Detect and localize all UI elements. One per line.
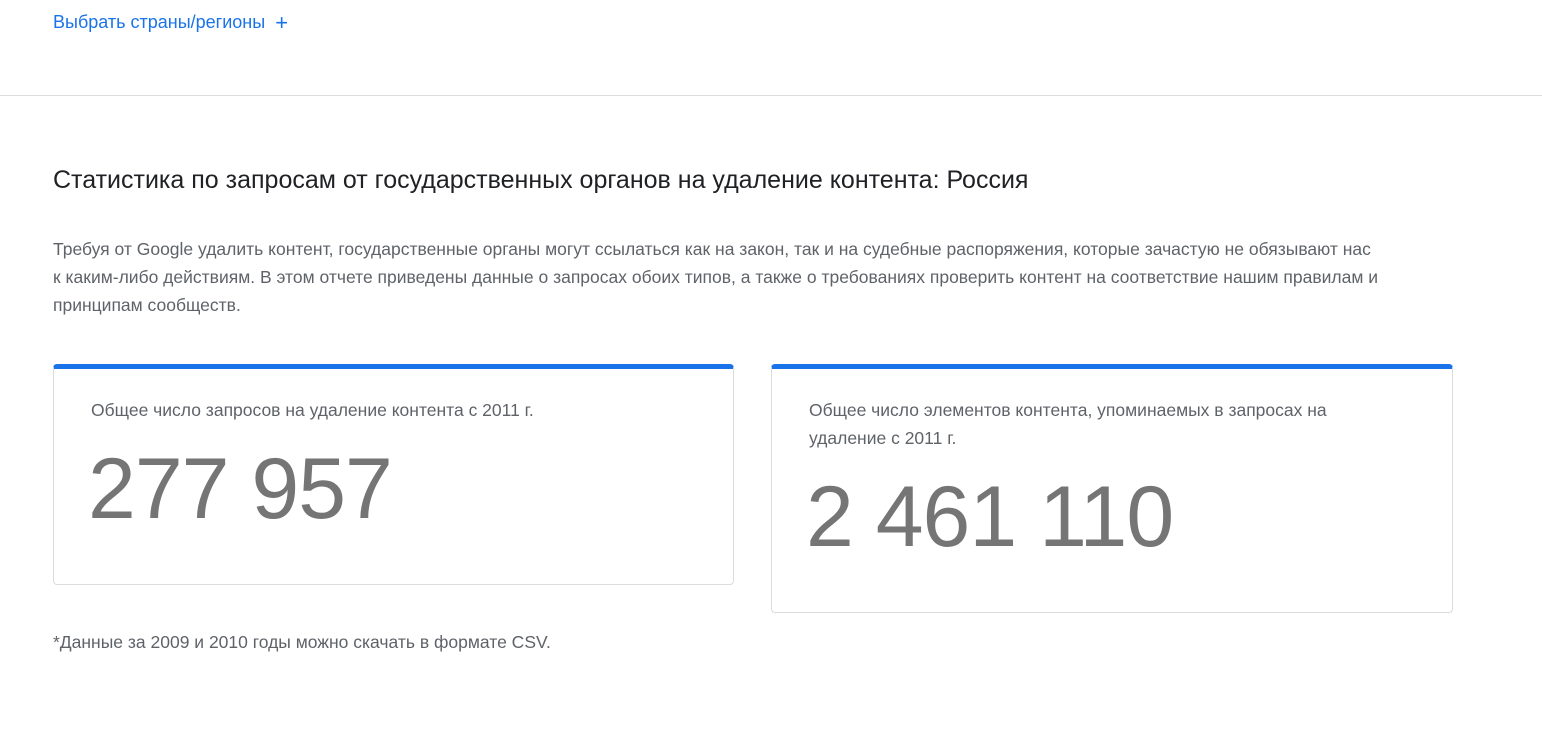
stat-card-value: 277 957 <box>88 441 393 537</box>
section-divider <box>0 95 1542 96</box>
stat-card-total-requests: Общее число запросов на удаление контент… <box>53 364 734 585</box>
stat-card-label: Общее число элементов контента, упоминае… <box>809 400 1327 448</box>
select-countries-link[interactable]: Выбрать страны/регионы + <box>53 9 289 35</box>
stat-card-value: 2 461 110 <box>806 469 1174 565</box>
select-countries-label: Выбрать страны/регионы <box>53 12 266 32</box>
stat-card-label: Общее число запросов на удаление контент… <box>91 400 534 420</box>
section-description: Требуя от Google удалить контент, госуда… <box>53 239 1379 315</box>
stat-card-total-items: Общее число элементов контента, упоминае… <box>771 364 1453 613</box>
plus-icon: + <box>275 9 289 35</box>
section-title: Статистика по запросам от государственны… <box>53 166 1029 194</box>
footnote: *Данные за 2009 и 2010 годы можно скачат… <box>53 632 551 652</box>
